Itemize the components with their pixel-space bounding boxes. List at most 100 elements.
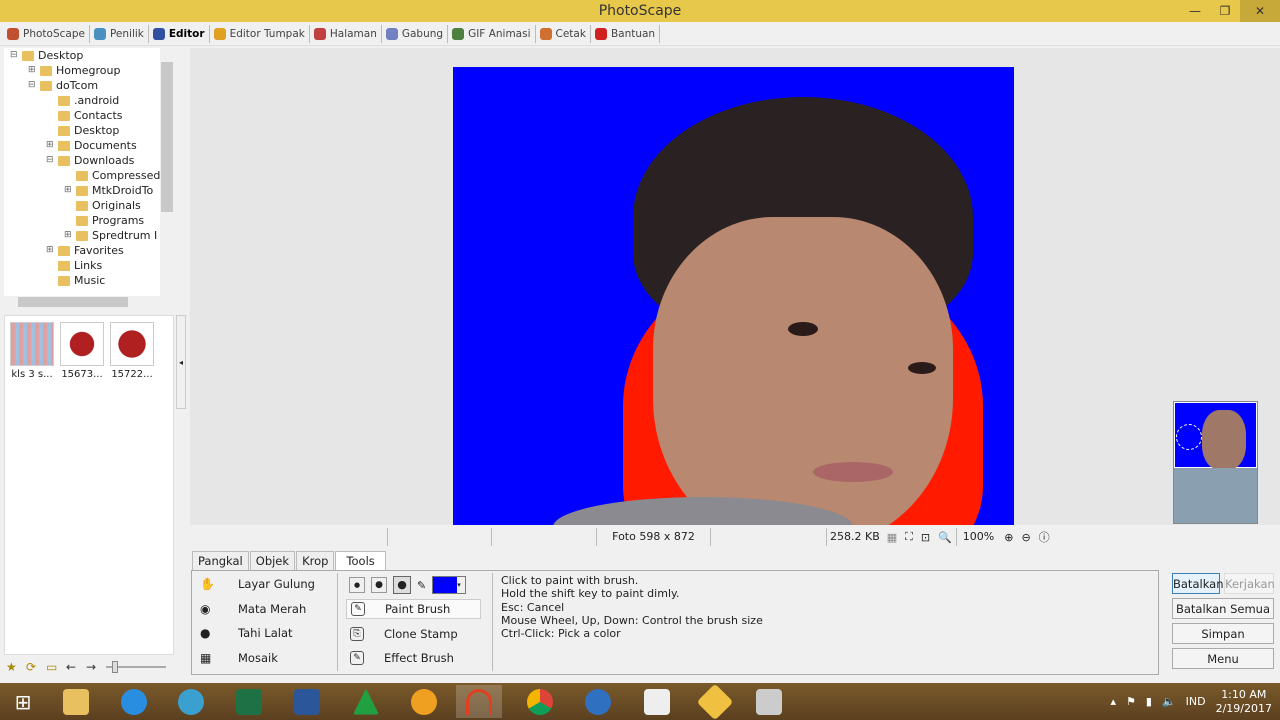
tree-expander-icon[interactable]: ⊟ — [46, 153, 56, 168]
undo-button[interactable]: Batalkan — [1172, 573, 1223, 594]
taskbar-chrome[interactable] — [517, 685, 563, 718]
tree-expander-icon[interactable]: ⊞ — [46, 243, 56, 258]
forward-arrow-icon[interactable]: → — [86, 660, 100, 674]
taskbar-app-pencil[interactable] — [692, 683, 738, 720]
taskbar-app-orange[interactable] — [401, 685, 447, 718]
brush-size-large[interactable]: ● — [393, 576, 411, 594]
taskbar-app[interactable] — [168, 685, 214, 718]
brush-size-medium[interactable]: ● — [371, 577, 387, 593]
start-button[interactable]: ⊞ — [0, 685, 46, 718]
tool-mata-merah[interactable]: ◉ Mata Merah — [200, 602, 330, 616]
tree-item[interactable]: Compressed — [4, 168, 174, 183]
transparency-icon[interactable]: ▦ — [887, 531, 897, 544]
tree-item[interactable]: Links — [4, 258, 174, 273]
menu-tab-penilik[interactable]: Penilik — [90, 24, 149, 43]
tree-expander-icon[interactable]: ⊞ — [46, 138, 56, 153]
menu-tab-gabung[interactable]: Gabung — [382, 24, 449, 43]
tree-item[interactable]: ⊞ Homegroup — [4, 63, 174, 78]
brush-color-picker[interactable]: ▾ — [432, 576, 467, 594]
zoom-in-icon[interactable]: ⊕ — [1004, 531, 1013, 544]
back-arrow-icon[interactable]: ← — [66, 660, 80, 674]
taskbar-word[interactable] — [284, 685, 330, 718]
maximize-button[interactable]: ❐ — [1210, 0, 1240, 22]
eyedropper-icon[interactable]: ✎ — [417, 579, 426, 592]
tree-expander-icon[interactable]: ⊞ — [28, 63, 38, 78]
menu-tab-icon — [7, 27, 19, 40]
zoom-out-icon[interactable]: ⊖ — [1021, 531, 1030, 544]
clock[interactable]: 1:10 AM 2/19/2017 — [1216, 688, 1272, 716]
fit-window-icon[interactable]: ⛶ — [905, 530, 913, 544]
menu-tab-halaman[interactable]: Halaman — [310, 24, 382, 43]
taskbar-app-camera[interactable] — [746, 685, 792, 718]
minimize-button[interactable]: — — [1180, 0, 1210, 22]
tree-item[interactable]: Music — [4, 273, 174, 288]
actual-size-icon[interactable]: ⊡ — [921, 531, 930, 544]
volume-icon[interactable]: 🔈 — [1162, 695, 1176, 708]
tool-tahi-lalat[interactable]: ● Tahi Lalat — [200, 626, 330, 640]
tool-mosaik[interactable]: ▦ Mosaik — [200, 651, 330, 665]
taskbar-app-globe[interactable] — [575, 685, 621, 718]
tree-horizontal-scrollbar[interactable] — [4, 296, 160, 308]
tree-item[interactable]: ⊟ Downloads — [4, 153, 174, 168]
info-icon[interactable]: ⓘ — [1039, 529, 1050, 545]
folder-open-icon[interactable]: ▭ — [46, 660, 60, 674]
thumbnail[interactable]: 15722... — [109, 322, 155, 380]
taskbar-explorer[interactable] — [53, 685, 99, 718]
thumbnail[interactable]: 15673... — [59, 322, 105, 380]
tree-item[interactable]: ⊟ doTcom — [4, 78, 174, 93]
tree-item[interactable]: .android — [4, 93, 174, 108]
menu-tab-editor-tumpak[interactable]: Editor Tumpak — [210, 24, 310, 43]
close-button[interactable]: ✕ — [1240, 0, 1280, 22]
show-hidden-icons[interactable]: ▴ — [1110, 695, 1116, 708]
redo-button[interactable]: Kerjakan — [1224, 573, 1275, 594]
tab-krop[interactable]: Krop — [296, 551, 335, 570]
taskbar-app-green[interactable] — [343, 685, 389, 718]
taskbar-excel[interactable] — [226, 685, 272, 718]
tree-item[interactable]: Originals — [4, 198, 174, 213]
refresh-icon[interactable]: ⟳ — [26, 660, 40, 674]
tree-item[interactable]: Desktop — [4, 123, 174, 138]
tree-item[interactable]: ⊟ Desktop — [4, 48, 174, 63]
taskbar-ie[interactable] — [111, 685, 157, 718]
tool-paint-brush[interactable]: ✎ Paint Brush — [346, 599, 481, 619]
save-button[interactable]: Simpan — [1172, 623, 1274, 644]
navigator-preview[interactable] — [1173, 401, 1258, 524]
taskbar-app-doc[interactable] — [634, 685, 680, 718]
tab-objek[interactable]: Objek — [249, 551, 296, 570]
zoom-fit-icon[interactable]: 🔍 — [938, 531, 952, 544]
menu-tab-gif-animasi[interactable]: GIF Animasi — [448, 24, 536, 43]
tree-item[interactable]: Programs — [4, 213, 174, 228]
tree-expander-icon[interactable]: ⊟ — [28, 78, 38, 93]
tree-item[interactable]: Contacts — [4, 108, 174, 123]
tree-item[interactable]: ⊞ MtkDroidTo — [4, 183, 174, 198]
tree-item[interactable]: ⊞ Favorites — [4, 243, 174, 258]
favorite-star-icon[interactable]: ★ — [6, 660, 20, 674]
thumbnail-size-slider[interactable] — [106, 661, 166, 673]
panel-collapse-handle[interactable]: ◂ — [176, 315, 186, 409]
menu-tab-cetak[interactable]: Cetak — [536, 24, 591, 43]
battery-icon[interactable]: ▮ — [1146, 695, 1152, 708]
taskbar-photoscape[interactable] — [456, 685, 502, 718]
tab-tools[interactable]: Tools — [335, 551, 386, 570]
tree-expander-icon[interactable]: ⊞ — [64, 228, 74, 243]
language-indicator[interactable]: IND — [1186, 695, 1206, 708]
action-center-icon[interactable]: ⚑ — [1126, 695, 1136, 708]
brush-size-small[interactable]: ● — [349, 577, 365, 593]
undo-all-button[interactable]: Batalkan Semua — [1172, 598, 1274, 619]
tree-item[interactable]: ⊞ Spredtrum I — [4, 228, 174, 243]
tree-expander-icon[interactable]: ⊟ — [10, 48, 20, 63]
tree-expander-icon[interactable]: ⊞ — [64, 183, 74, 198]
menu-button[interactable]: Menu — [1172, 648, 1274, 669]
thumbnail[interactable]: kls 3 s... — [9, 322, 55, 380]
menu-tab-editor[interactable]: Editor — [149, 24, 210, 43]
tool-clone-stamp[interactable]: ⎘ Clone Stamp — [346, 624, 481, 644]
tool-effect-brush[interactable]: ✎ Effect Brush — [346, 648, 481, 668]
tree-vertical-scrollbar[interactable] — [160, 48, 174, 296]
menu-tab-bantuan[interactable]: Bantuan — [591, 24, 661, 43]
photo-image[interactable] — [453, 67, 1014, 525]
tool-layar-gulung[interactable]: ✋ Layar Gulung — [200, 577, 330, 591]
tab-pangkal[interactable]: Pangkal — [192, 551, 249, 570]
menu-tab-photoscape[interactable]: PhotoScape — [3, 24, 90, 43]
zoom-level[interactable]: 100% — [955, 528, 1000, 546]
tree-item[interactable]: ⊞ Documents — [4, 138, 174, 153]
